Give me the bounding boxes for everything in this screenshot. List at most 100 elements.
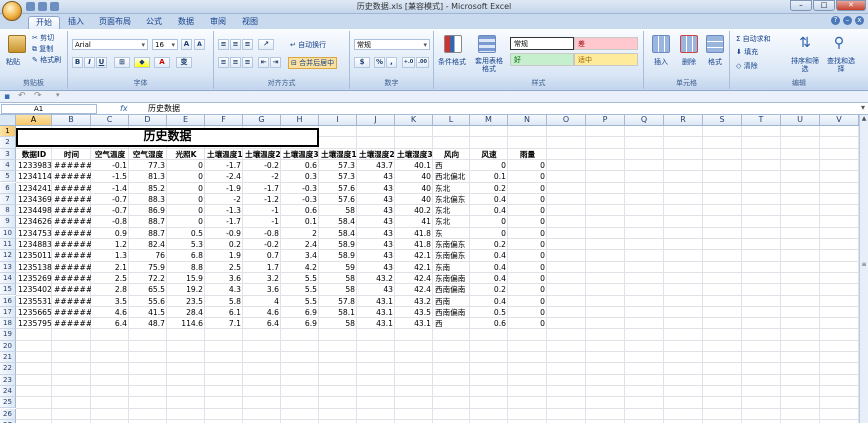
increase-decimal-button[interactable]: +.0 — [402, 57, 415, 68]
row-header[interactable]: 23 — [0, 374, 16, 386]
data-cell[interactable]: 43.1 — [357, 307, 395, 318]
data-cell[interactable]: 0.7 — [243, 250, 281, 261]
header-cell[interactable]: 风向 — [433, 149, 470, 160]
border-button[interactable]: ⊞ — [114, 57, 130, 68]
fill-color-button[interactable]: ◆ — [134, 57, 150, 68]
data-cell[interactable]: 82.4 — [129, 239, 167, 250]
data-cell[interactable]: 0 — [508, 183, 547, 194]
column-header[interactable]: T — [742, 115, 781, 126]
data-cell[interactable]: 8.8 — [167, 262, 205, 273]
data-cell[interactable]: 2.1 — [91, 262, 129, 273]
data-cell[interactable]: 0 — [470, 216, 508, 227]
data-cell[interactable]: 57.6 — [319, 194, 357, 205]
row-header[interactable]: 13 — [0, 261, 16, 273]
data-cell[interactable]: 0 — [167, 216, 205, 227]
data-cell[interactable]: 43 — [357, 239, 395, 250]
format-painter-button[interactable]: ✎ 格式刷 — [32, 55, 61, 65]
row-header[interactable]: 8 — [0, 205, 16, 217]
data-cell[interactable]: ######## — [52, 284, 91, 295]
tab-data[interactable]: 数据 — [172, 16, 200, 29]
tab-formulas[interactable]: 公式 — [140, 16, 168, 29]
data-cell[interactable]: 0.4 — [470, 205, 508, 216]
tab-home[interactable]: 开始 — [28, 16, 60, 29]
data-cell[interactable]: 43.7 — [357, 160, 395, 171]
data-cell[interactable]: 5.8 — [205, 296, 243, 307]
align-right-icon[interactable]: ≡ — [242, 57, 253, 68]
data-cell[interactable]: 0.1 — [470, 171, 508, 182]
column-header[interactable]: H — [281, 115, 319, 126]
data-cell[interactable]: -0.3 — [281, 194, 319, 205]
data-cell[interactable]: 西 — [433, 318, 470, 329]
data-cell[interactable]: 0.4 — [470, 296, 508, 307]
column-header[interactable]: U — [781, 115, 820, 126]
data-cell[interactable]: 4 — [243, 296, 281, 307]
data-cell[interactable]: 2 — [281, 228, 319, 239]
style-good[interactable]: 好 — [510, 53, 574, 66]
data-cell[interactable]: 西 — [433, 160, 470, 171]
data-cell[interactable]: 6.9 — [281, 318, 319, 329]
align-left-icon[interactable]: ≡ — [218, 57, 229, 68]
data-cell[interactable]: 2.8 — [91, 284, 129, 295]
save-small-icon[interactable]: ▪ — [4, 92, 10, 102]
ribbon-minimize-icon[interactable]: – — [843, 16, 852, 25]
data-cell[interactable]: 0 — [167, 171, 205, 182]
data-cell[interactable]: -1.5 — [91, 171, 129, 182]
select-all-corner[interactable] — [0, 115, 16, 126]
ribbon-close-icon[interactable]: x — [855, 16, 864, 25]
header-cell[interactable]: 光照K — [167, 149, 205, 160]
data-cell[interactable]: 12339834 — [16, 160, 52, 171]
data-cell[interactable]: 57.8 — [319, 296, 357, 307]
data-cell[interactable]: -1 — [243, 216, 281, 227]
row-header[interactable]: 2 — [0, 137, 16, 149]
data-cell[interactable]: 0 — [508, 250, 547, 261]
header-cell[interactable]: 土壤湿度1 — [319, 149, 357, 160]
column-header[interactable]: C — [91, 115, 129, 126]
tab-page-layout[interactable]: 页面布局 — [94, 16, 136, 29]
column-header[interactable]: Q — [625, 115, 664, 126]
data-cell[interactable]: 西南偏南 — [433, 284, 470, 295]
data-cell[interactable]: 12344986 — [16, 205, 52, 216]
customize-qat-icon[interactable]: ▾ — [56, 91, 60, 99]
data-cell[interactable]: 6.4 — [91, 318, 129, 329]
data-cell[interactable]: 0.6 — [281, 205, 319, 216]
data-cell[interactable]: 0 — [508, 194, 547, 205]
row-header[interactable]: 19 — [0, 329, 16, 341]
data-cell[interactable]: 0.5 — [470, 307, 508, 318]
data-cell[interactable]: 0.4 — [470, 250, 508, 261]
style-normal[interactable]: 常规 — [510, 37, 574, 50]
help-icon[interactable]: ? — [831, 16, 840, 25]
data-cell[interactable]: -0.8 — [91, 216, 129, 227]
data-cell[interactable]: ######## — [52, 171, 91, 182]
data-cell[interactable]: 41.8 — [395, 239, 433, 250]
data-cell[interactable]: 0 — [508, 262, 547, 273]
tab-review[interactable]: 审阅 — [204, 16, 232, 29]
data-cell[interactable]: 0 — [167, 160, 205, 171]
data-cell[interactable]: 0 — [470, 228, 508, 239]
data-cell[interactable]: 1.7 — [243, 262, 281, 273]
data-cell[interactable]: 5.3 — [167, 239, 205, 250]
bold-button[interactable]: B — [72, 57, 83, 68]
data-cell[interactable]: 58.4 — [319, 216, 357, 227]
data-cell[interactable]: 57.3 — [319, 171, 357, 182]
data-cell[interactable]: 58.9 — [319, 239, 357, 250]
column-header[interactable]: B — [52, 115, 91, 126]
fill-button[interactable]: ⬇ 填充 — [736, 47, 758, 57]
data-cell[interactable]: 6.8 — [167, 250, 205, 261]
data-cell[interactable]: 42.4 — [395, 284, 433, 295]
data-cell[interactable]: 5.5 — [281, 273, 319, 284]
header-cell[interactable]: 土壤湿度2 — [357, 149, 395, 160]
data-cell[interactable]: ######## — [52, 205, 91, 216]
data-cell[interactable]: 0.3 — [281, 171, 319, 182]
data-cell[interactable]: 40.2 — [395, 205, 433, 216]
align-middle-icon[interactable]: ≡ — [230, 39, 241, 50]
column-header[interactable]: A — [16, 115, 52, 126]
decrease-indent-icon[interactable]: ⇤ — [258, 57, 269, 68]
data-cell[interactable]: 43 — [357, 194, 395, 205]
data-cell[interactable]: 48.7 — [129, 318, 167, 329]
font-size-select[interactable]: 16 — [152, 39, 178, 50]
data-cell[interactable]: 43 — [357, 250, 395, 261]
minimize-button[interactable]: – — [790, 0, 812, 11]
data-cell[interactable]: 43 — [357, 228, 395, 239]
data-cell[interactable]: 12347536 — [16, 228, 52, 239]
data-cell[interactable]: 东南偏南 — [433, 273, 470, 284]
